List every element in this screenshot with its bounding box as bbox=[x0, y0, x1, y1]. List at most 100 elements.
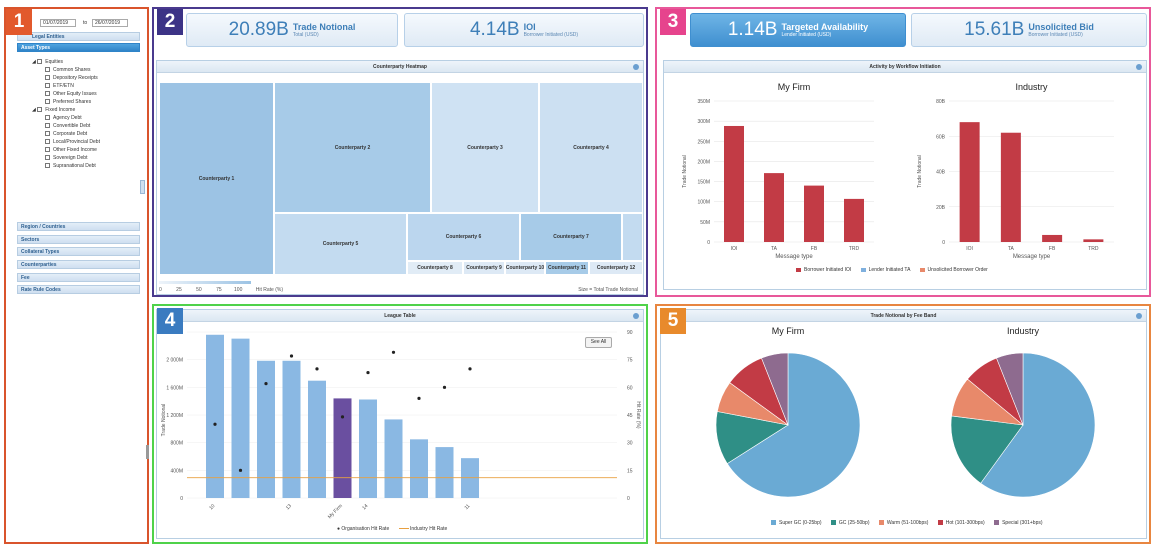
accordion-counterparties[interactable]: Counterparties bbox=[17, 260, 140, 269]
y-tick-label: 0 bbox=[707, 240, 710, 246]
fi-item[interactable]: Other Fixed Income bbox=[45, 147, 97, 153]
treemap-cell[interactable]: Counterparty 3 bbox=[431, 82, 539, 213]
kpi-ioi[interactable]: 4.14B IOI Borrower Initiated (USD) bbox=[404, 13, 644, 47]
x-tick-label: 11 bbox=[463, 503, 471, 511]
y-axis-label: Trade Notional bbox=[682, 155, 688, 188]
date-to-input[interactable]: 26/07/2019 bbox=[92, 19, 128, 27]
bar bbox=[1000, 132, 1021, 242]
accordion-asset-types[interactable]: Asset Types bbox=[17, 43, 140, 52]
fixed-income-checkbox[interactable] bbox=[37, 107, 43, 113]
settings-icon[interactable] bbox=[633, 64, 639, 70]
equities-checkbox[interactable] bbox=[37, 59, 43, 65]
fi-item[interactable]: Corporate Debt bbox=[45, 131, 87, 137]
line-icon bbox=[398, 528, 409, 530]
legend-swatch bbox=[919, 267, 925, 272]
kpi-unsolicited-bid[interactable]: 15.61B Unsolicited Bid Borrower Initiated… bbox=[911, 13, 1147, 47]
equity-item[interactable]: Common Shares bbox=[45, 67, 91, 73]
treemap: Counterparty 1 Counterparty 2 Counterpar… bbox=[159, 82, 643, 277]
y2-tick-label: 90 bbox=[627, 330, 633, 336]
treemap-cell[interactable]: Counterparty 9 bbox=[463, 261, 505, 275]
equity-item[interactable]: Other Equity Issues bbox=[45, 91, 97, 97]
sidebar-splitter[interactable] bbox=[146, 445, 149, 459]
fi-item[interactable]: Agency Debt bbox=[45, 115, 82, 121]
equity-item[interactable]: Depository Receipts bbox=[45, 75, 98, 81]
treemap-cell[interactable]: Counterparty 11 bbox=[545, 261, 589, 275]
treemap-cell[interactable]: Counterparty 7 bbox=[520, 213, 622, 261]
treemap-cell[interactable]: Counterparty 8 bbox=[407, 261, 463, 275]
fi-item[interactable]: Sovereign Debt bbox=[45, 155, 87, 161]
y-tick-label: 400M bbox=[170, 468, 183, 474]
checkbox[interactable] bbox=[45, 147, 50, 153]
accordion-fee[interactable]: Fee bbox=[17, 273, 140, 282]
hit-rate-dot bbox=[391, 350, 396, 354]
y-tick-label: 100M bbox=[697, 200, 710, 206]
legend-swatch bbox=[994, 520, 1000, 526]
date-to-label: to bbox=[83, 20, 88, 26]
workflow-charts: My Firm 0 50M 100M 150M 200M 250M 300M 350M Trade… bbox=[682, 82, 1114, 260]
checkbox[interactable] bbox=[45, 123, 50, 129]
y-axis-label: Trade Notional bbox=[917, 155, 923, 188]
checkbox[interactable] bbox=[45, 155, 50, 161]
equity-item[interactable]: Preferred Shares bbox=[45, 99, 91, 105]
kpi-trade-notional[interactable]: 20.89B Trade Notional Total (USD) bbox=[186, 13, 398, 47]
chart-title: Industry bbox=[1007, 326, 1040, 336]
chart-title: My Firm bbox=[778, 82, 811, 92]
date-from-input[interactable]: 01/07/2019 bbox=[40, 19, 76, 27]
checkbox[interactable] bbox=[45, 163, 50, 169]
accordion-region-countries[interactable]: Region / Countries bbox=[17, 222, 140, 231]
fi-item[interactable]: Convertible Debt bbox=[45, 123, 90, 129]
accordion-legal-entities[interactable]: Legal Entities bbox=[17, 32, 140, 41]
accordion-rate-rule-codes[interactable]: Rate Rule Codes bbox=[17, 285, 140, 294]
accordion-sectors[interactable]: Sectors bbox=[17, 235, 140, 244]
kpi-sub: Lender Initiated (USD) bbox=[781, 31, 832, 38]
treemap-cell[interactable]: Counterparty 4 bbox=[539, 82, 643, 213]
kpi-targeted-availability[interactable]: 1.14B Targeted Availability Lender Initia… bbox=[690, 13, 906, 47]
y-tick-label: 40B bbox=[936, 170, 946, 176]
league-bar bbox=[359, 399, 377, 498]
bar bbox=[764, 173, 784, 242]
workflow-panel: Activity by Workflow Initiation My Firm 0… bbox=[663, 60, 1147, 290]
treemap-cell[interactable]: Counterparty 1 bbox=[159, 82, 274, 275]
section-badge-3: 3 bbox=[660, 9, 686, 35]
checkbox[interactable] bbox=[45, 139, 50, 145]
checkbox[interactable] bbox=[45, 91, 50, 97]
bar bbox=[1042, 234, 1063, 242]
bar bbox=[844, 198, 864, 242]
hit-rate-scale-bar bbox=[159, 281, 251, 284]
treemap-cell[interactable]: Counterparty 5 bbox=[274, 213, 407, 275]
league-bar bbox=[410, 439, 428, 498]
checkbox[interactable] bbox=[45, 83, 50, 89]
hit-rate-dot bbox=[315, 367, 319, 371]
workflow-legend: Borrower Initiated IOI Lender Initiated … bbox=[796, 267, 988, 273]
treemap-cell[interactable]: Counterparty 2 bbox=[274, 82, 431, 213]
kpi-sub: Total (USD) bbox=[292, 31, 319, 38]
hit-rate-dot bbox=[213, 422, 217, 426]
y-tick-label: 800M bbox=[170, 441, 183, 447]
fi-item[interactable]: Supranational Debt bbox=[45, 163, 96, 169]
legend-swatch bbox=[878, 520, 884, 526]
checkbox[interactable] bbox=[45, 67, 50, 73]
checkbox[interactable] bbox=[45, 75, 50, 81]
accordion-collateral-types[interactable]: Collateral Types bbox=[17, 247, 140, 256]
checkbox[interactable] bbox=[45, 131, 50, 137]
hit-rate-dot bbox=[417, 396, 421, 400]
kpi-value: 15.61B bbox=[964, 19, 1025, 40]
section-badge-2: 2 bbox=[157, 9, 183, 35]
league-legend: ● Organisation Hit Rate Industry Hit Rat… bbox=[337, 526, 448, 532]
tree-equities[interactable]: ◢ Equities bbox=[32, 59, 63, 65]
fi-item[interactable]: Local/Provincial Debt bbox=[45, 139, 100, 145]
kpi-label: Trade Notional bbox=[292, 21, 356, 32]
see-all-button[interactable]: See All bbox=[585, 337, 612, 348]
checkbox[interactable] bbox=[45, 115, 50, 121]
checkbox[interactable] bbox=[45, 99, 50, 105]
equity-item[interactable]: ETF/ETN bbox=[45, 83, 74, 89]
y2-tick-label: 0 bbox=[627, 496, 630, 502]
hit-rate-dot bbox=[238, 468, 243, 472]
treemap-cell[interactable] bbox=[622, 213, 643, 261]
hit-rate-dot bbox=[442, 385, 447, 389]
tree-fixed-income[interactable]: ◢ Fixed Income bbox=[32, 107, 75, 113]
treemap-cell[interactable]: Counterparty 12 bbox=[589, 261, 643, 275]
treemap-cell[interactable]: Counterparty 6 bbox=[407, 213, 520, 261]
sidebar-collapse-handle[interactable] bbox=[140, 180, 145, 194]
treemap-cell[interactable]: Counterparty 10 bbox=[505, 261, 545, 275]
